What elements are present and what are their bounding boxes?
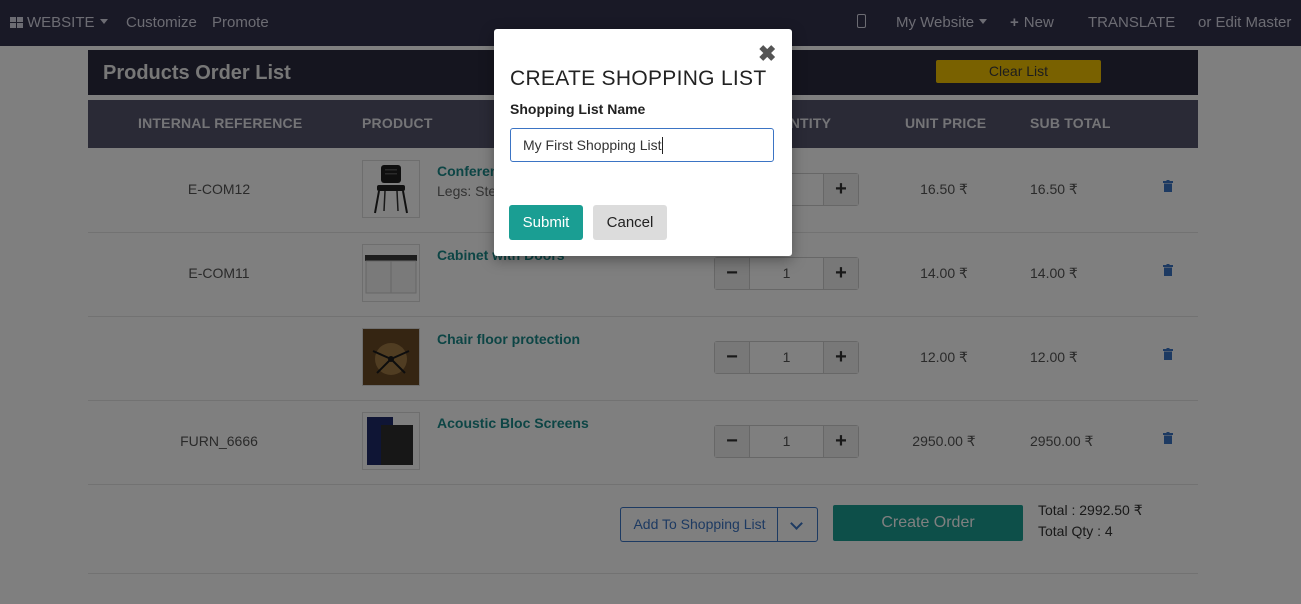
dialog-title: CREATE SHOPPING LIST: [510, 67, 767, 90]
shopping-list-name-input[interactable]: [510, 128, 774, 162]
cancel-button[interactable]: Cancel: [593, 205, 667, 240]
submit-button[interactable]: Submit: [509, 205, 583, 240]
close-icon[interactable]: ✖: [758, 43, 776, 65]
create-shopping-list-dialog: ✖ CREATE SHOPPING LIST Shopping List Nam…: [494, 29, 792, 256]
shopping-list-name-label: Shopping List Name: [510, 101, 646, 117]
text-cursor: [662, 137, 663, 154]
